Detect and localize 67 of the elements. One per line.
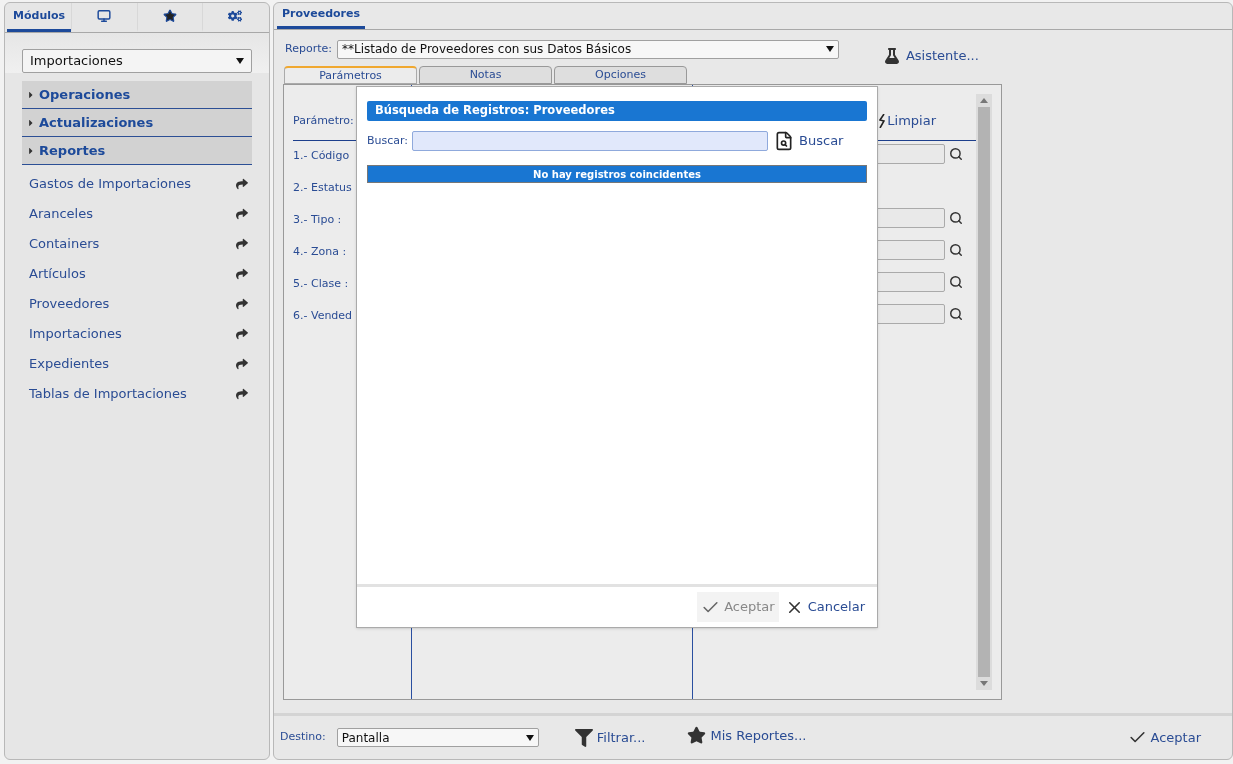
monitor-icon <box>97 9 112 23</box>
destination-select[interactable]: Pantalla <box>336 728 539 747</box>
share-arrow-icon <box>236 298 248 310</box>
share-arrow-icon <box>236 358 248 370</box>
module-select-value: Importaciones <box>30 52 123 71</box>
dialog-title-bar: Búsqueda de Registros: Proveedores <box>367 101 867 121</box>
report-select[interactable]: **Listado de Proveedores con sus Datos Básicos <box>336 39 839 59</box>
dialog-cancel-button[interactable]: Cancelar <box>784 597 865 617</box>
search-icon[interactable] <box>949 307 963 321</box>
menu-item[interactable]: Aranceles <box>22 199 252 229</box>
page-tab[interactable]: Proveedores <box>277 3 365 29</box>
report-tab[interactable]: Opciones <box>554 66 687 84</box>
search-label: Buscar: <box>367 132 409 149</box>
menu-item[interactable]: Tablas de Importaciones <box>22 379 252 409</box>
parameter-label: 2.- Estatus <box>293 181 352 194</box>
menu-item[interactable]: Containers <box>22 229 252 259</box>
search-field[interactable] <box>412 131 769 151</box>
parameter-label: 4.- Zona : <box>293 245 347 258</box>
share-arrow-icon <box>236 328 248 340</box>
menu-item[interactable]: Proveedores <box>22 289 252 319</box>
search-button[interactable]: Buscar <box>774 131 844 151</box>
scrollbar-thumb[interactable] <box>978 107 990 677</box>
destination-select-value: Pantalla <box>341 729 390 747</box>
share-arrow-icon <box>236 178 248 190</box>
lightning-icon <box>879 113 886 128</box>
parameter-label: 3.- Tipo : <box>293 213 342 226</box>
parameter-label: 1.- Código <box>293 149 350 162</box>
accept-link[interactable]: Aceptar <box>1127 727 1201 748</box>
share-arrow-icon <box>236 238 248 250</box>
parameter-label: 6.- Vended <box>293 309 353 322</box>
search-icon[interactable] <box>949 211 963 225</box>
assistant-link[interactable]: Asistente... <box>883 46 979 66</box>
clear-link[interactable]: Limpiar <box>879 111 936 131</box>
report-tab[interactable]: Notas <box>419 66 552 84</box>
scroll-down-icon[interactable] <box>980 681 988 686</box>
share-arrow-icon <box>236 208 248 220</box>
parameter-label: 5.- Clase : <box>293 277 349 290</box>
scroll-up-icon[interactable] <box>980 98 988 103</box>
parameter-header: Parámetro: <box>293 114 354 127</box>
settings-icon <box>227 9 242 23</box>
funnel-icon <box>574 728 593 747</box>
flask-icon <box>883 48 900 64</box>
search-icon[interactable] <box>949 275 963 289</box>
menu-group-header[interactable]: Reportes <box>22 137 252 165</box>
dropdown-caret-icon <box>236 57 244 65</box>
menu-item[interactable]: Gastos de Importaciones <box>22 169 252 199</box>
menu-item[interactable]: Importaciones <box>22 319 252 349</box>
destination-label: Destino: <box>280 729 326 746</box>
report-select-value: **Listado de Proveedores con sus Datos Básicos <box>341 41 632 58</box>
star-icon <box>162 9 177 23</box>
module-select[interactable]: Importaciones <box>22 49 252 73</box>
search-icon[interactable] <box>949 147 963 161</box>
dropdown-caret-icon <box>825 45 834 53</box>
share-arrow-icon <box>236 268 248 280</box>
search-icon[interactable] <box>949 243 963 257</box>
menu-item[interactable]: Artículos <box>22 259 252 289</box>
menu-item[interactable]: Expedientes <box>22 349 252 379</box>
report-tab[interactable]: Parámetros <box>284 66 417 84</box>
filter-link[interactable]: Filtrar... <box>574 727 646 748</box>
report-label: Reporte: <box>285 40 332 57</box>
dropdown-caret-icon <box>525 733 534 742</box>
star-icon <box>687 726 707 745</box>
menu-group-header[interactable]: Actualizaciones <box>22 109 252 137</box>
menu-group-header[interactable]: Operaciones <box>22 81 252 109</box>
my-reports-link[interactable]: Mis Reportes... <box>687 725 807 746</box>
share-arrow-icon <box>236 388 248 400</box>
empty-results-bar: No hay registros coincidentes <box>367 165 867 183</box>
